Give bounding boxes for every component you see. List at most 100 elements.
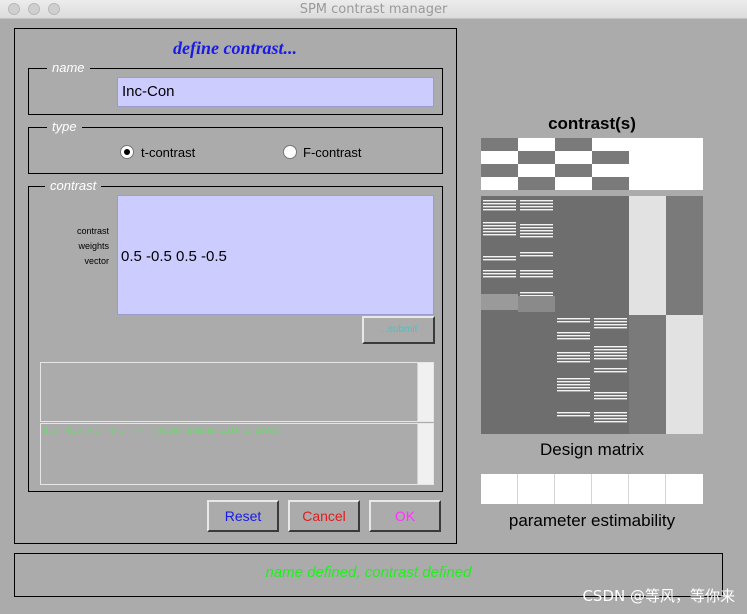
design-matrix-stripe xyxy=(483,225,516,227)
cancel-button[interactable]: Cancel xyxy=(288,500,360,532)
contrast-weight-cell-blank xyxy=(555,177,592,190)
f-contrast-label: F-contrast xyxy=(303,145,362,160)
contrast-weight-cell xyxy=(481,164,518,177)
message-list-scrollbar[interactable] xyxy=(417,363,433,421)
spm-contrast-manager-window: SPM contrast manager define contrast... … xyxy=(0,0,747,614)
design-matrix-stripe xyxy=(557,335,590,337)
design-matrix-stripe xyxy=(557,332,590,334)
submit-button[interactable]: ...submit xyxy=(362,316,435,344)
estimability-cell xyxy=(629,474,666,504)
ok-button[interactable]: OK xyxy=(369,500,441,532)
design-matrix-shade xyxy=(481,294,518,310)
design-matrix-stripe xyxy=(594,352,627,354)
contrast-weight-cell-blank xyxy=(518,138,555,151)
design-matrix-stripe xyxy=(594,418,627,420)
contrast-weights-label-line1: contrast xyxy=(76,226,109,236)
contrast-name-input[interactable]: Inc-Con xyxy=(117,77,434,107)
design-matrix-stripe xyxy=(483,259,516,261)
design-matrix-stripe xyxy=(483,228,516,230)
f-contrast-radio[interactable] xyxy=(283,145,297,159)
design-matrix-stripe xyxy=(594,398,627,400)
design-matrix-stripe xyxy=(483,222,516,224)
estimability-cell xyxy=(518,474,555,504)
status-message: name defined, contrast defined xyxy=(265,564,472,581)
parse-output-scrollbar[interactable] xyxy=(417,424,433,484)
type-group-legend: type xyxy=(47,119,82,134)
design-matrix-stripe xyxy=(483,276,516,278)
t-contrast-radio[interactable] xyxy=(120,145,134,159)
design-matrix-stripe xyxy=(557,378,590,380)
design-matrix-constant-session2 xyxy=(666,315,703,434)
design-matrix-stripe xyxy=(557,338,590,340)
design-matrix-stripe xyxy=(520,203,553,205)
contrast-weights-vector-input[interactable]: 0.5 -0.5 0.5 -0.5 xyxy=(117,195,434,315)
design-matrix-stripe xyxy=(557,361,590,363)
design-matrix-stripe xyxy=(483,231,516,233)
contrast-weight-cell-blank xyxy=(592,138,629,151)
design-matrix-stripe xyxy=(483,209,516,211)
t-contrast-label: t-contrast xyxy=(141,145,196,160)
parameter-estimability-display xyxy=(481,474,703,504)
design-matrix-stripe xyxy=(557,381,590,383)
design-matrix-stripe xyxy=(483,270,516,272)
contrast-weight-cell xyxy=(592,151,629,164)
design-matrix-stripe xyxy=(520,292,553,294)
contrast-weight-cell-blank xyxy=(592,164,629,177)
contrast-weight-cell xyxy=(629,164,666,190)
design-matrix-stripe xyxy=(520,273,553,275)
contrast-weight-cell-blank xyxy=(481,151,518,164)
design-matrix-stripe xyxy=(520,209,553,211)
design-matrix-label: Design matrix xyxy=(540,440,644,459)
contrast-weights-display[interactable] xyxy=(481,138,703,190)
contrast-weight-cell xyxy=(629,138,666,164)
design-matrix-stripe xyxy=(594,327,627,329)
design-matrix-stripe xyxy=(520,276,553,278)
design-matrix-stripe xyxy=(594,324,627,326)
define-contrast-heading: define contrast... xyxy=(173,38,297,58)
design-matrix-stripe xyxy=(557,415,590,417)
reset-button[interactable]: Reset xyxy=(207,500,279,532)
design-matrix-stripe xyxy=(520,200,553,202)
contrast-weight-cell-blank xyxy=(518,164,555,177)
design-matrix-stripe xyxy=(557,321,590,323)
design-matrix-constant-session1-off xyxy=(629,315,666,434)
contrast-group-legend: contrast xyxy=(45,178,102,193)
design-matrix-stripe xyxy=(594,395,627,397)
design-matrix-stripe xyxy=(520,227,553,229)
contrast-message-list xyxy=(40,362,434,422)
design-matrix-stripe xyxy=(594,412,627,414)
parse-output-text: 0.5 -0.5 0.5 -0.5 <- [right padded with … xyxy=(43,426,284,435)
design-matrix-stripe xyxy=(483,200,516,202)
design-matrix-stripe xyxy=(594,371,627,373)
parse-output-list: 0.5 -0.5 0.5 -0.5 <- [right padded with … xyxy=(40,423,434,485)
design-matrix-stripe xyxy=(557,355,590,357)
design-matrix-stripe xyxy=(594,421,627,423)
design-matrix-stripe xyxy=(557,358,590,360)
design-matrix-stripe xyxy=(520,233,553,235)
design-matrix-stripe xyxy=(594,349,627,351)
design-matrix-stripe xyxy=(557,387,590,389)
design-matrix-stripe xyxy=(557,318,590,320)
design-matrix-stripe xyxy=(520,252,553,254)
estimability-cell xyxy=(666,474,703,504)
parameter-estimability-label: parameter estimability xyxy=(508,511,676,530)
estimability-cell xyxy=(481,474,518,504)
design-matrix-stripe xyxy=(594,392,627,394)
contrast-weights-label-line2: weights xyxy=(78,241,109,251)
design-matrix-stripe xyxy=(483,203,516,205)
design-matrix-stripe xyxy=(520,206,553,208)
design-matrix-stripe xyxy=(594,415,627,417)
design-matrix-shade xyxy=(518,296,555,312)
design-matrix-constant-session1 xyxy=(629,196,666,315)
design-matrix-stripe xyxy=(483,273,516,275)
contrast-weight-cell xyxy=(592,177,629,190)
contrast-weight-cell xyxy=(555,138,592,151)
contrast-weight-cell-blank xyxy=(481,177,518,190)
design-matrix-stripe xyxy=(520,230,553,232)
csdn-watermark: CSDN @等风，等你来 xyxy=(582,587,735,605)
design-matrix-image[interactable] xyxy=(481,196,703,434)
contrast-weight-cell xyxy=(666,138,703,164)
design-matrix-stripe xyxy=(520,255,553,257)
estimability-cell xyxy=(592,474,629,504)
type-group: type xyxy=(28,119,443,174)
